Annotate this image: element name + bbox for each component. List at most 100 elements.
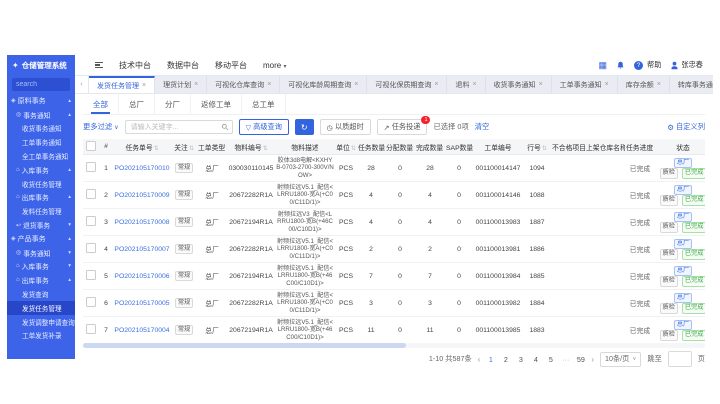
row-checkbox[interactable] bbox=[86, 189, 96, 199]
close-icon[interactable]: × bbox=[354, 81, 358, 88]
scrollbar-thumb[interactable] bbox=[83, 343, 407, 348]
sidebar-item[interactable]: ⌂ 出库事务 ▴ bbox=[7, 273, 75, 287]
sort-icon[interactable]: ⇅ bbox=[542, 146, 547, 152]
advanced-query-button[interactable]: ▽ 高级查询 bbox=[238, 119, 289, 135]
close-icon[interactable]: × bbox=[194, 81, 198, 88]
subtab[interactable]: 总工单 bbox=[242, 94, 286, 114]
task-number-link[interactable]: PO202105170006 bbox=[114, 273, 169, 280]
task-number-link[interactable]: PO202105170007 bbox=[114, 246, 169, 253]
page-number[interactable]: 5 bbox=[546, 355, 555, 364]
page-number[interactable]: 1 bbox=[486, 355, 495, 364]
apps-grid-icon[interactable]: ▦ bbox=[599, 60, 608, 70]
sidebar-item[interactable]: 工单发货补录 bbox=[7, 329, 75, 343]
sort-icon[interactable]: ⇅ bbox=[226, 146, 227, 152]
more-filter-button[interactable]: 更多过滤 ∨ bbox=[83, 122, 119, 132]
sort-icon[interactable]: ⇅ bbox=[154, 146, 159, 152]
page-tab[interactable]: 可视化保质期查询 × bbox=[367, 76, 448, 93]
page-number[interactable]: 4 bbox=[531, 355, 540, 364]
sidebar-item[interactable]: 全工单事务通知 bbox=[7, 149, 75, 163]
refresh-button[interactable]: ↻ bbox=[294, 119, 314, 135]
page-number[interactable]: 59 bbox=[576, 355, 585, 364]
row-checkbox[interactable] bbox=[86, 324, 96, 334]
menu-icon[interactable] bbox=[95, 61, 103, 69]
close-icon[interactable]: × bbox=[539, 81, 543, 88]
sort-icon[interactable]: ⇅ bbox=[351, 146, 356, 152]
page-tab[interactable]: 退料 × bbox=[447, 76, 486, 93]
topnav-item[interactable]: 技术中台 bbox=[119, 60, 151, 71]
sidebar-item[interactable]: 发货查询 bbox=[7, 287, 75, 301]
horizontal-scrollbar[interactable] bbox=[83, 343, 705, 348]
sidebar-search-input[interactable] bbox=[12, 78, 70, 91]
sidebar-item[interactable]: 发料任务管理 bbox=[7, 204, 75, 218]
page-tab[interactable]: 工单事务通知 × bbox=[552, 76, 618, 93]
sidebar-item[interactable]: 发货任务管理 bbox=[7, 300, 75, 315]
page-tab[interactable]: 可视化仓库查询 × bbox=[207, 76, 281, 93]
sidebar-item[interactable]: ◎ 事务通知 ▾ bbox=[7, 246, 75, 260]
row-checkbox[interactable] bbox=[86, 216, 96, 226]
page-tab[interactable]: 库存余额 × bbox=[618, 76, 670, 93]
tabs-scroll-left-icon[interactable]: ‹ bbox=[75, 76, 89, 93]
prev-page-icon[interactable]: ‹ bbox=[478, 355, 481, 364]
row-checkbox[interactable] bbox=[86, 270, 96, 280]
sidebar-item[interactable]: ⌂ 出库事务 ▴ bbox=[7, 191, 75, 205]
customize-columns-button[interactable]: ⚙ 自定义列 bbox=[667, 122, 705, 132]
sidebar-item[interactable]: 发货调整申请查询 bbox=[7, 315, 75, 329]
sidebar-item[interactable]: ⌂ 入库事务 ▾ bbox=[7, 260, 75, 274]
task-number-link[interactable]: PO202105170009 bbox=[114, 192, 169, 199]
help-button[interactable]: ? 帮助 bbox=[634, 60, 661, 70]
sidebar-item[interactable]: 收货事务通知 bbox=[7, 122, 75, 136]
select-all-checkbox[interactable] bbox=[86, 140, 96, 151]
task-number-link[interactable]: PO202105170010 bbox=[114, 165, 169, 172]
sidebar-item[interactable]: 收货任务管理 bbox=[7, 177, 75, 191]
jump-page-input[interactable] bbox=[667, 351, 692, 367]
clear-selection-link[interactable]: 清空 bbox=[475, 122, 490, 132]
page-tab[interactable]: 转库事务通知× bbox=[670, 76, 713, 93]
sort-icon[interactable]: ⇅ bbox=[414, 146, 415, 152]
page-tab[interactable]: 发货任务管理 × bbox=[89, 76, 156, 93]
page-tab[interactable]: 收货事务通知 × bbox=[486, 76, 552, 93]
task-number-link[interactable]: PO202105170008 bbox=[114, 219, 169, 226]
subtab[interactable]: 分厂 bbox=[155, 94, 191, 114]
sidebar-item[interactable]: ⌂ 入库事务 ▴ bbox=[7, 163, 75, 177]
more-menu[interactable]: more ▾ bbox=[263, 61, 286, 70]
close-icon[interactable]: × bbox=[434, 81, 438, 88]
quality-timeout-button[interactable]: ◷ 以质超时 bbox=[319, 119, 371, 135]
close-icon[interactable]: × bbox=[472, 81, 476, 88]
row-checkbox[interactable] bbox=[86, 162, 96, 172]
task-number-link[interactable]: PO202105170004 bbox=[114, 327, 169, 334]
page-number[interactable]: 2 bbox=[501, 355, 510, 364]
task-dispatch-button[interactable]: ↗ 任务投递 1 bbox=[376, 116, 431, 135]
next-page-icon[interactable]: › bbox=[591, 355, 594, 364]
subtab[interactable]: 全部 bbox=[83, 94, 119, 114]
close-icon[interactable]: × bbox=[605, 81, 609, 88]
page-size-select[interactable]: 10条/页 ∨ bbox=[600, 351, 642, 367]
close-icon[interactable]: × bbox=[267, 81, 271, 88]
page-number[interactable]: 3 bbox=[516, 355, 525, 364]
keyword-input[interactable] bbox=[124, 120, 233, 134]
sidebar-item[interactable]: ◎ 事务通知 ▴ bbox=[7, 108, 75, 122]
follow-tag: 常规 bbox=[174, 162, 194, 174]
sidebar-item[interactable]: ◈ 产品事务 ▴ bbox=[7, 232, 75, 246]
column-label: 物料编号 bbox=[234, 144, 262, 152]
sidebar-item[interactable]: ↩ 退货事务 ▾ bbox=[7, 218, 75, 232]
search-icon[interactable] bbox=[221, 123, 229, 131]
sort-icon[interactable]: ⇅ bbox=[189, 146, 194, 152]
user-menu[interactable]: 张忠春 bbox=[670, 60, 703, 70]
subtab[interactable]: 返修工单 bbox=[191, 94, 242, 114]
row-checkbox[interactable] bbox=[86, 243, 96, 253]
sidebar-item[interactable]: 工单事务通知 bbox=[7, 135, 75, 149]
sort-icon[interactable]: ⇅ bbox=[654, 146, 655, 152]
topnav-item[interactable]: 移动平台 bbox=[215, 60, 247, 71]
row-checkbox[interactable] bbox=[86, 297, 96, 307]
sort-icon[interactable]: ⇅ bbox=[263, 146, 268, 152]
notification-bell-icon[interactable] bbox=[616, 61, 625, 70]
close-icon[interactable]: × bbox=[657, 81, 661, 88]
sort-icon[interactable]: ⇅ bbox=[444, 146, 445, 152]
subtab[interactable]: 总厂 bbox=[119, 94, 155, 114]
task-number-link[interactable]: PO202105170005 bbox=[114, 300, 169, 307]
page-tab[interactable]: 可视化库龄周期查询 × bbox=[280, 76, 368, 93]
page-tab[interactable]: 理货计划 × bbox=[155, 76, 208, 93]
topnav-item[interactable]: 数据中台 bbox=[167, 60, 199, 71]
sidebar-item[interactable]: ◈ 原料事务 ▴ bbox=[7, 94, 75, 108]
close-icon[interactable]: × bbox=[142, 82, 146, 89]
